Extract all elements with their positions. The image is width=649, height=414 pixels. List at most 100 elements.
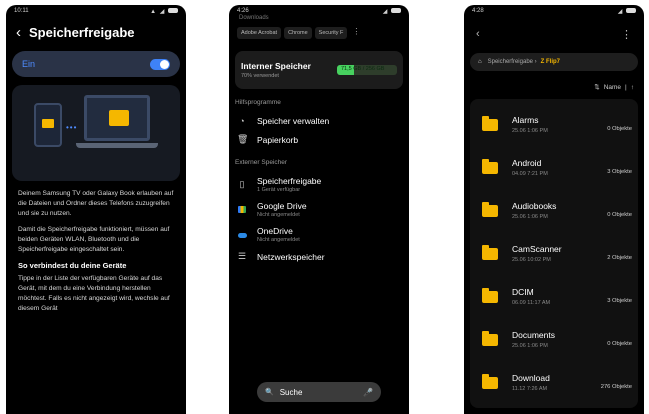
folder-date: 25.06 1:06 PM <box>512 214 548 220</box>
list-item[interactable]: CamScanner 25.06 10:02 PM 2 Objekte <box>470 232 638 275</box>
status-bar: 4:28 ◢ <box>464 5 644 17</box>
storage-share-item[interactable]: ▯ Speicherfreigabe 1 Gerät verfügbar <box>229 172 409 197</box>
section-title-downloads: Downloads <box>239 15 269 21</box>
storage-subtitle: 70% verwendet <box>241 73 279 79</box>
breadcrumb-current: Z Flip7 <box>540 59 561 65</box>
status-icons: ▲ ◢ <box>150 8 178 15</box>
folder-icon <box>482 158 498 174</box>
status-time: 4:26 <box>237 8 249 14</box>
sort-direction-icon[interactable]: ↑ <box>631 84 634 91</box>
microphone-icon[interactable]: 🎤 <box>363 388 373 397</box>
breadcrumb: ⌂ Speicherfreigabe › Z Flip7 <box>470 53 638 71</box>
network-storage-item[interactable]: ☰ Netzwerkspeicher <box>229 247 409 266</box>
trash-item[interactable]: 🗑 Papierkorb <box>229 130 409 149</box>
google-drive-icon <box>237 205 247 215</box>
laptop-illustration-icon <box>84 95 150 141</box>
server-icon: ☰ <box>237 251 247 261</box>
folder-icon <box>482 115 498 131</box>
list-item[interactable]: DCIM 06.09 11:17 AM 3 Objekte <box>470 275 638 318</box>
folder-count: 276 Objekte <box>600 384 632 390</box>
storage-value: 71,5 GB / 256 GB <box>341 66 385 72</box>
status-icons: ◢ <box>618 8 636 15</box>
onedrive-item[interactable]: OneDrive Nicht angemeldet <box>229 222 409 247</box>
trash-icon: 🗑 <box>237 134 249 144</box>
storage-usage-bar: 71,5 GB / 256 GB <box>337 65 397 75</box>
section-tools: Hilfsprogramme <box>235 99 281 106</box>
list-item[interactable]: Download 11.12 7:26 AM 276 Objekte <box>470 361 638 404</box>
phone-my-files: 4:26 ◢ Downloads Adobe Acrobat Chrome Se… <box>229 5 409 414</box>
folder-date: 06.09 11:17 AM <box>512 300 551 306</box>
list-item[interactable]: Android 04.09 7:21 PM 3 Objekte <box>470 146 638 189</box>
home-icon[interactable]: ⌂ <box>478 59 482 65</box>
folder-date: 25.06 1:06 PM <box>512 343 548 349</box>
google-drive-label: Google Drive <box>257 201 307 211</box>
connection-dots-icon: ••• <box>66 123 78 132</box>
folder-name: Documents <box>512 330 555 340</box>
status-time: 4:28 <box>472 8 484 14</box>
storage-title: Interner Speicher <box>241 61 311 71</box>
chip-security[interactable]: Security F <box>314 27 348 39</box>
sort-icon[interactable]: ⇅ <box>594 83 599 91</box>
search-icon: 🔍 <box>265 389 274 396</box>
folder-count: 3 Objekte <box>607 298 632 304</box>
storage-share-sub: 1 Gerät verfügbar <box>257 187 301 193</box>
phone-illustration-icon <box>34 103 62 147</box>
folder-icon <box>482 330 498 346</box>
more-vertical-icon[interactable]: ⋮ <box>352 27 360 39</box>
sort-label[interactable]: Name <box>604 84 621 91</box>
google-drive-item[interactable]: Google Drive Nicht angemeldet <box>229 197 409 222</box>
folder-list: Alarms 25.06 1:06 PM 0 Objekte Android 04.… <box>470 99 638 408</box>
folder-count: 0 Objekte <box>607 212 632 218</box>
folder-count: 0 Objekte <box>607 341 632 347</box>
internal-storage-card[interactable]: Interner Speicher 70% verwendet 71,5 GB … <box>235 51 403 89</box>
section-external: Externer Speicher <box>235 159 288 166</box>
network-storage-label: Netzwerkspeicher <box>257 251 325 262</box>
list-item[interactable]: Alarms 25.06 1:06 PM 0 Objekte <box>470 103 638 146</box>
search-label: Suche <box>279 387 303 397</box>
battery-icon <box>391 8 401 14</box>
folder-name: Alarms <box>512 115 539 125</box>
description-para-2: Damit die Speicherfreigabe funktioniert,… <box>18 226 170 253</box>
folder-name: Download <box>512 373 550 383</box>
divider: | <box>625 83 627 91</box>
storage-share-label: Speicherfreigabe <box>257 176 322 186</box>
back-icon[interactable]: ‹ <box>16 24 21 41</box>
search-bar[interactable]: 🔍 Suche 🎤 <box>257 382 381 402</box>
folder-date: 04.09 7:21 PM <box>512 171 548 177</box>
toggle-label: Ein <box>22 59 36 69</box>
laptop-base <box>76 143 158 148</box>
description-para-3: Tippe in der Liste der verfügbaren Gerät… <box>18 275 170 312</box>
battery-icon <box>626 8 636 14</box>
sort-bar: ⇅ Name | ↑ <box>464 79 644 95</box>
description: Deinem Samsung TV oder Galaxy Book erlau… <box>6 189 186 314</box>
chip-chrome[interactable]: Chrome <box>284 27 312 39</box>
phone-shared-folder-list: 4:28 ◢ ‹ ⋮ ⌂ Speicherfreigabe › Z Flip7 … <box>464 5 644 414</box>
onedrive-icon <box>237 230 247 240</box>
illustration: ••• <box>12 85 180 181</box>
folder-name: DCIM <box>512 287 534 297</box>
top-bar: ‹ ⋮ <box>464 23 644 45</box>
status-bar: 10:11 ▲ ◢ <box>6 5 186 17</box>
chip-adobe[interactable]: Adobe Acrobat <box>237 27 282 39</box>
master-toggle-row[interactable]: Ein <box>12 51 180 77</box>
breadcrumb-parent[interactable]: Speicherfreigabe <box>488 59 533 65</box>
status-time: 10:11 <box>14 8 29 14</box>
list-item[interactable]: Audiobooks 25.06 1:06 PM 0 Objekte <box>470 189 638 232</box>
folder-name: Audiobooks <box>512 201 557 211</box>
more-vertical-icon[interactable]: ⋮ <box>621 28 632 41</box>
manage-storage-item[interactable]: ◔ Speicher verwalten <box>229 112 409 130</box>
phone-icon: ▯ <box>239 179 245 189</box>
folder-count: 3 Objekte <box>607 169 632 175</box>
section-heading: So verbindest du deine Geräte <box>18 261 127 270</box>
status-icons: ◢ <box>383 8 401 15</box>
list-item[interactable]: Documents 25.06 1:06 PM 0 Objekte <box>470 318 638 361</box>
phone-storage-share-settings: 10:11 ▲ ◢ ‹ Speicherfreigabe Ein ••• Dei… <box>6 5 186 414</box>
header: ‹ Speicherfreigabe <box>6 17 186 47</box>
folder-icon <box>482 373 498 389</box>
toggle-switch[interactable] <box>150 58 170 70</box>
onedrive-label: OneDrive <box>257 226 293 236</box>
folder-date: 25.06 1:06 PM <box>512 128 548 134</box>
back-icon[interactable]: ‹ <box>476 28 480 40</box>
folder-icon <box>482 244 498 260</box>
folder-date: 11.12 7:26 AM <box>512 386 548 392</box>
